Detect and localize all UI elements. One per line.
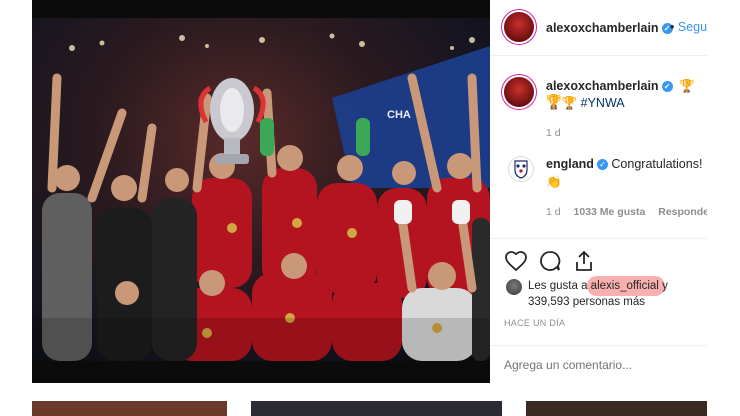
caption-line-2: 🏆🏆 #YNWA	[546, 96, 625, 111]
trophy-shape	[198, 78, 266, 164]
follow-label[interactable]: Seguir	[678, 20, 707, 34]
reply-button[interactable]: Responder	[658, 206, 707, 218]
post-actions: Les gusta a alexis_official y 339,593 pe…	[490, 238, 707, 359]
author-avatar[interactable]	[504, 12, 534, 42]
post-timestamp: HACE UN DÍA	[504, 318, 566, 328]
photo-illustration: CHA	[32, 33, 490, 361]
caption-author-text[interactable]: alexoxchamberlain	[546, 79, 659, 93]
comment-emoji-line2: 👏	[546, 175, 562, 189]
share-icon[interactable]	[572, 249, 596, 273]
comment-meta: 1 d 1033 Me gusta Responder	[546, 206, 707, 218]
likes-count[interactable]: 339,593 personas más	[528, 296, 645, 308]
likes-prefix: Les gusta a	[528, 280, 588, 292]
verified-icon: ✓	[661, 81, 673, 93]
comment-bar	[490, 345, 707, 383]
post-photo[interactable]: CHA	[32, 18, 490, 361]
likes-line-1: Les gusta a alexis_official y	[528, 280, 668, 292]
likes-suffix: y	[662, 280, 668, 292]
caption-avatar[interactable]	[504, 77, 534, 107]
thumbnail-3[interactable]	[526, 401, 707, 416]
likes-user[interactable]: alexis_official	[591, 280, 659, 292]
comment-text: Congratulations!	[611, 157, 703, 171]
england-avatar[interactable]	[508, 156, 534, 182]
comment-author[interactable]: england	[546, 157, 594, 171]
author-username-text[interactable]: alexoxchamberlain	[546, 21, 659, 35]
thumbnail-2[interactable]	[251, 401, 502, 416]
comment-emoji: 👏	[706, 157, 707, 171]
likes-avatar[interactable]	[506, 279, 522, 295]
heart-icon[interactable]	[504, 249, 528, 273]
comment-time[interactable]: 1 d	[546, 206, 561, 218]
follow-button[interactable]: • Seguir	[670, 20, 707, 34]
comment-input[interactable]	[502, 354, 696, 376]
comment-icon[interactable]	[538, 249, 562, 273]
author-username[interactable]: alexoxchamberlain ✓	[546, 21, 673, 35]
caption-time[interactable]: 1 d	[546, 127, 561, 139]
england-crest-icon	[514, 160, 528, 179]
follow-dot: •	[670, 20, 678, 34]
post-header: alexoxchamberlain✓ • Seguir	[490, 0, 707, 56]
comment-likes[interactable]: 1033 Me gusta	[574, 206, 646, 218]
verified-icon: ✓	[596, 159, 608, 171]
hashtag-link[interactable]: #YNWA	[581, 96, 625, 110]
caption-trophies-line2: 🏆🏆	[546, 96, 578, 110]
banner-text: CHA	[387, 109, 411, 121]
thumbnail-1[interactable]	[32, 401, 227, 416]
post-side-panel: alexoxchamberlain✓ • Seguir alexoxchambe…	[490, 0, 707, 383]
comment-body: england✓ Congratulations! 👏	[546, 157, 707, 172]
